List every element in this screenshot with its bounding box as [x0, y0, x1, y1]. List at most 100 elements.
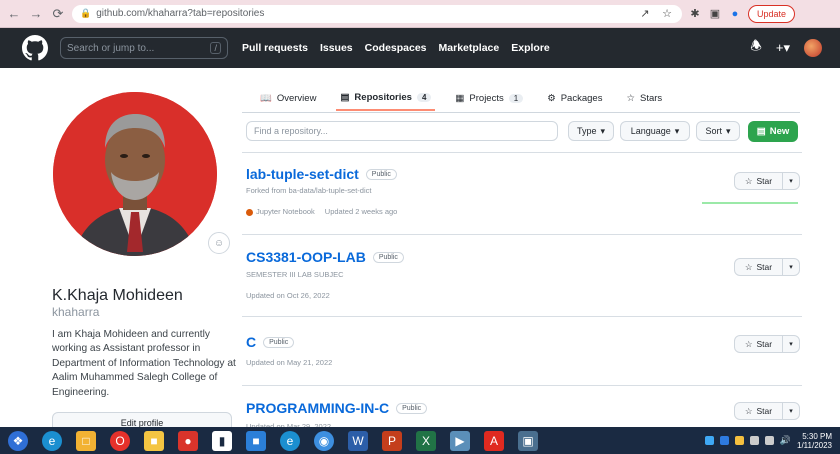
nav-pull-requests[interactable]: Pull requests — [242, 42, 308, 54]
wifi-icon[interactable] — [764, 436, 774, 445]
volume-icon[interactable]: 🔊 — [780, 435, 791, 446]
notepad-icon[interactable]: ▮ — [212, 430, 232, 451]
pdf-reader-icon[interactable]: A — [484, 430, 504, 451]
opera-icon[interactable]: O — [110, 430, 130, 451]
repo-name-link[interactable]: CS3381-OOP-LAB — [246, 249, 366, 265]
updated-label: Updated 2 weeks ago — [324, 207, 398, 216]
star-label: Star — [756, 176, 773, 186]
language-color-dot — [246, 208, 253, 216]
chrome-icon[interactable]: ◉ — [314, 430, 334, 451]
tab-packages[interactable]: ⚙ Packages — [543, 85, 606, 111]
visibility-badge: Public — [263, 336, 295, 348]
security-icon[interactable] — [734, 436, 744, 445]
onedrive-icon[interactable] — [749, 436, 759, 445]
app-window-icon[interactable]: ▣ — [518, 430, 538, 451]
address-bar[interactable]: 🔒 github.com/khaharra?tab=repositories ↗… — [72, 4, 682, 23]
tab-stars[interactable]: ☆ Stars — [622, 85, 666, 111]
chevron-down-icon: ▾ — [600, 125, 606, 136]
search-shortcut-key: / — [210, 42, 221, 54]
network-icon[interactable] — [704, 436, 714, 445]
star-button[interactable]: ☆ Star ▾ — [734, 258, 800, 276]
new-repository-button[interactable]: ▤ New — [748, 121, 798, 142]
chevron-down-icon[interactable]: ▾ — [783, 340, 799, 348]
folder-icon[interactable]: ■ — [144, 430, 164, 451]
tab-label: Packages — [560, 92, 603, 104]
nav-marketplace[interactable]: Marketplace — [439, 42, 500, 54]
find-repository-input[interactable]: Find a repository... — [246, 121, 558, 141]
system-tray: 🔊 5:30 PM 1/11/2023 — [704, 432, 832, 450]
sort-filter-button[interactable]: Sort ▾ — [696, 121, 740, 141]
repo-name-link[interactable]: PROGRAMMING-IN-C — [246, 400, 389, 416]
repo-icon: ▤ — [340, 91, 350, 103]
repo-item: CS3381-OOP-LAB Public SEMESTER III LAB S… — [246, 249, 802, 300]
language-filter-label: Language — [630, 126, 671, 136]
profile-avatar[interactable] — [53, 92, 217, 256]
chevron-down-icon[interactable]: ▾ — [783, 263, 799, 271]
extensions-icon[interactable]: ✱ — [688, 7, 702, 21]
word-icon[interactable]: W — [348, 430, 368, 451]
media-icon[interactable]: ▶ — [450, 430, 470, 451]
visibility-badge: Public — [396, 402, 428, 414]
profile-bio: I am Khaja Mohideen and currently workin… — [52, 329, 236, 398]
github-logo-icon[interactable] — [22, 35, 48, 61]
bell-icon[interactable]: 🕭 — [750, 37, 762, 59]
browser-toolbar: ← → ⟳ 🔒 github.com/khaharra?tab=reposito… — [0, 0, 840, 28]
repo-name-link[interactable]: lab-tuple-set-dict — [246, 166, 359, 182]
taskbar-clock[interactable]: 5:30 PM 1/11/2023 — [797, 432, 832, 450]
updated-label: Updated on May 21, 2022 — [246, 358, 333, 367]
repo-divider — [242, 316, 802, 317]
nav-codespaces[interactable]: Codespaces — [365, 42, 427, 54]
fork-note[interactable]: Forked from ba-data/lab-tuple-set-dict — [246, 186, 802, 195]
tab-count: 1 — [508, 93, 524, 103]
tab-repositories[interactable]: ▤ Repositories 4 — [336, 85, 436, 111]
profile-icon[interactable]: ● — [728, 7, 742, 21]
star-button[interactable]: ☆ Star ▾ — [734, 335, 800, 353]
share-icon[interactable]: ↗ — [638, 7, 652, 21]
ie-icon[interactable]: e — [280, 430, 300, 451]
type-filter-label: Type — [576, 126, 597, 136]
reload-icon[interactable]: ⟳ — [50, 6, 66, 22]
nav-explore[interactable]: Explore — [511, 42, 550, 54]
star-icon: ☆ — [626, 92, 635, 104]
user-avatar-menu[interactable] — [804, 39, 822, 57]
sidepanel-icon[interactable]: ▣ — [708, 7, 722, 21]
repo-name-link[interactable]: C — [246, 334, 256, 350]
chevron-down-icon[interactable]: ▾ — [783, 177, 799, 185]
chevron-down-icon[interactable]: ▾ — [783, 407, 799, 415]
back-icon[interactable]: ← — [6, 6, 22, 22]
chevron-down-icon: ▾ — [725, 125, 731, 136]
bluetooth-icon[interactable] — [719, 436, 729, 445]
nav-issues[interactable]: Issues — [320, 42, 353, 54]
star-label: Star — [756, 339, 773, 349]
start-icon[interactable]: ❖ — [8, 430, 28, 451]
tab-label: Projects — [469, 92, 504, 104]
excel-icon[interactable]: X — [416, 430, 436, 451]
repo-item: lab-tuple-set-dict Public Forked from ba… — [246, 166, 802, 216]
github-header: Search or jump to... / Pull requests Iss… — [0, 28, 840, 68]
type-filter-button[interactable]: Type ▾ — [568, 121, 614, 141]
tab-overview[interactable]: 📖 Overview — [256, 85, 320, 111]
star-button[interactable]: ☆ Star ▾ — [734, 172, 800, 190]
store-icon[interactable]: ■ — [246, 430, 266, 451]
lock-icon: 🔒 — [80, 8, 92, 18]
file-explorer-icon[interactable]: □ — [76, 430, 96, 451]
app-icon[interactable]: ● — [178, 430, 198, 451]
sort-filter-label: Sort — [705, 126, 722, 136]
bookmark-star-icon[interactable]: ☆ — [660, 7, 674, 21]
updated-label: Updated on Oct 26, 2022 — [246, 291, 330, 300]
update-button[interactable]: Update — [748, 4, 796, 23]
powerpoint-icon[interactable]: P — [382, 430, 402, 451]
profile-name: K.Khaja Mohideen — [52, 287, 183, 304]
language-filter-button[interactable]: Language ▾ — [620, 121, 690, 141]
clock-date: 1/11/2023 — [797, 440, 832, 450]
tab-projects[interactable]: ▦ Projects 1 — [451, 85, 527, 111]
set-status-icon[interactable]: ☺ — [208, 232, 230, 254]
search-input[interactable]: Search or jump to... / — [60, 37, 228, 59]
edge-icon[interactable]: e — [42, 430, 62, 451]
plus-icon[interactable]: +▾ — [776, 40, 790, 56]
star-button[interactable]: ☆ Star ▾ — [734, 402, 800, 420]
forward-icon[interactable]: → — [28, 6, 44, 22]
book-icon: 📖 — [260, 92, 272, 104]
language-name: Jupyter Notebook — [256, 207, 315, 216]
star-icon: ☆ — [744, 175, 753, 186]
